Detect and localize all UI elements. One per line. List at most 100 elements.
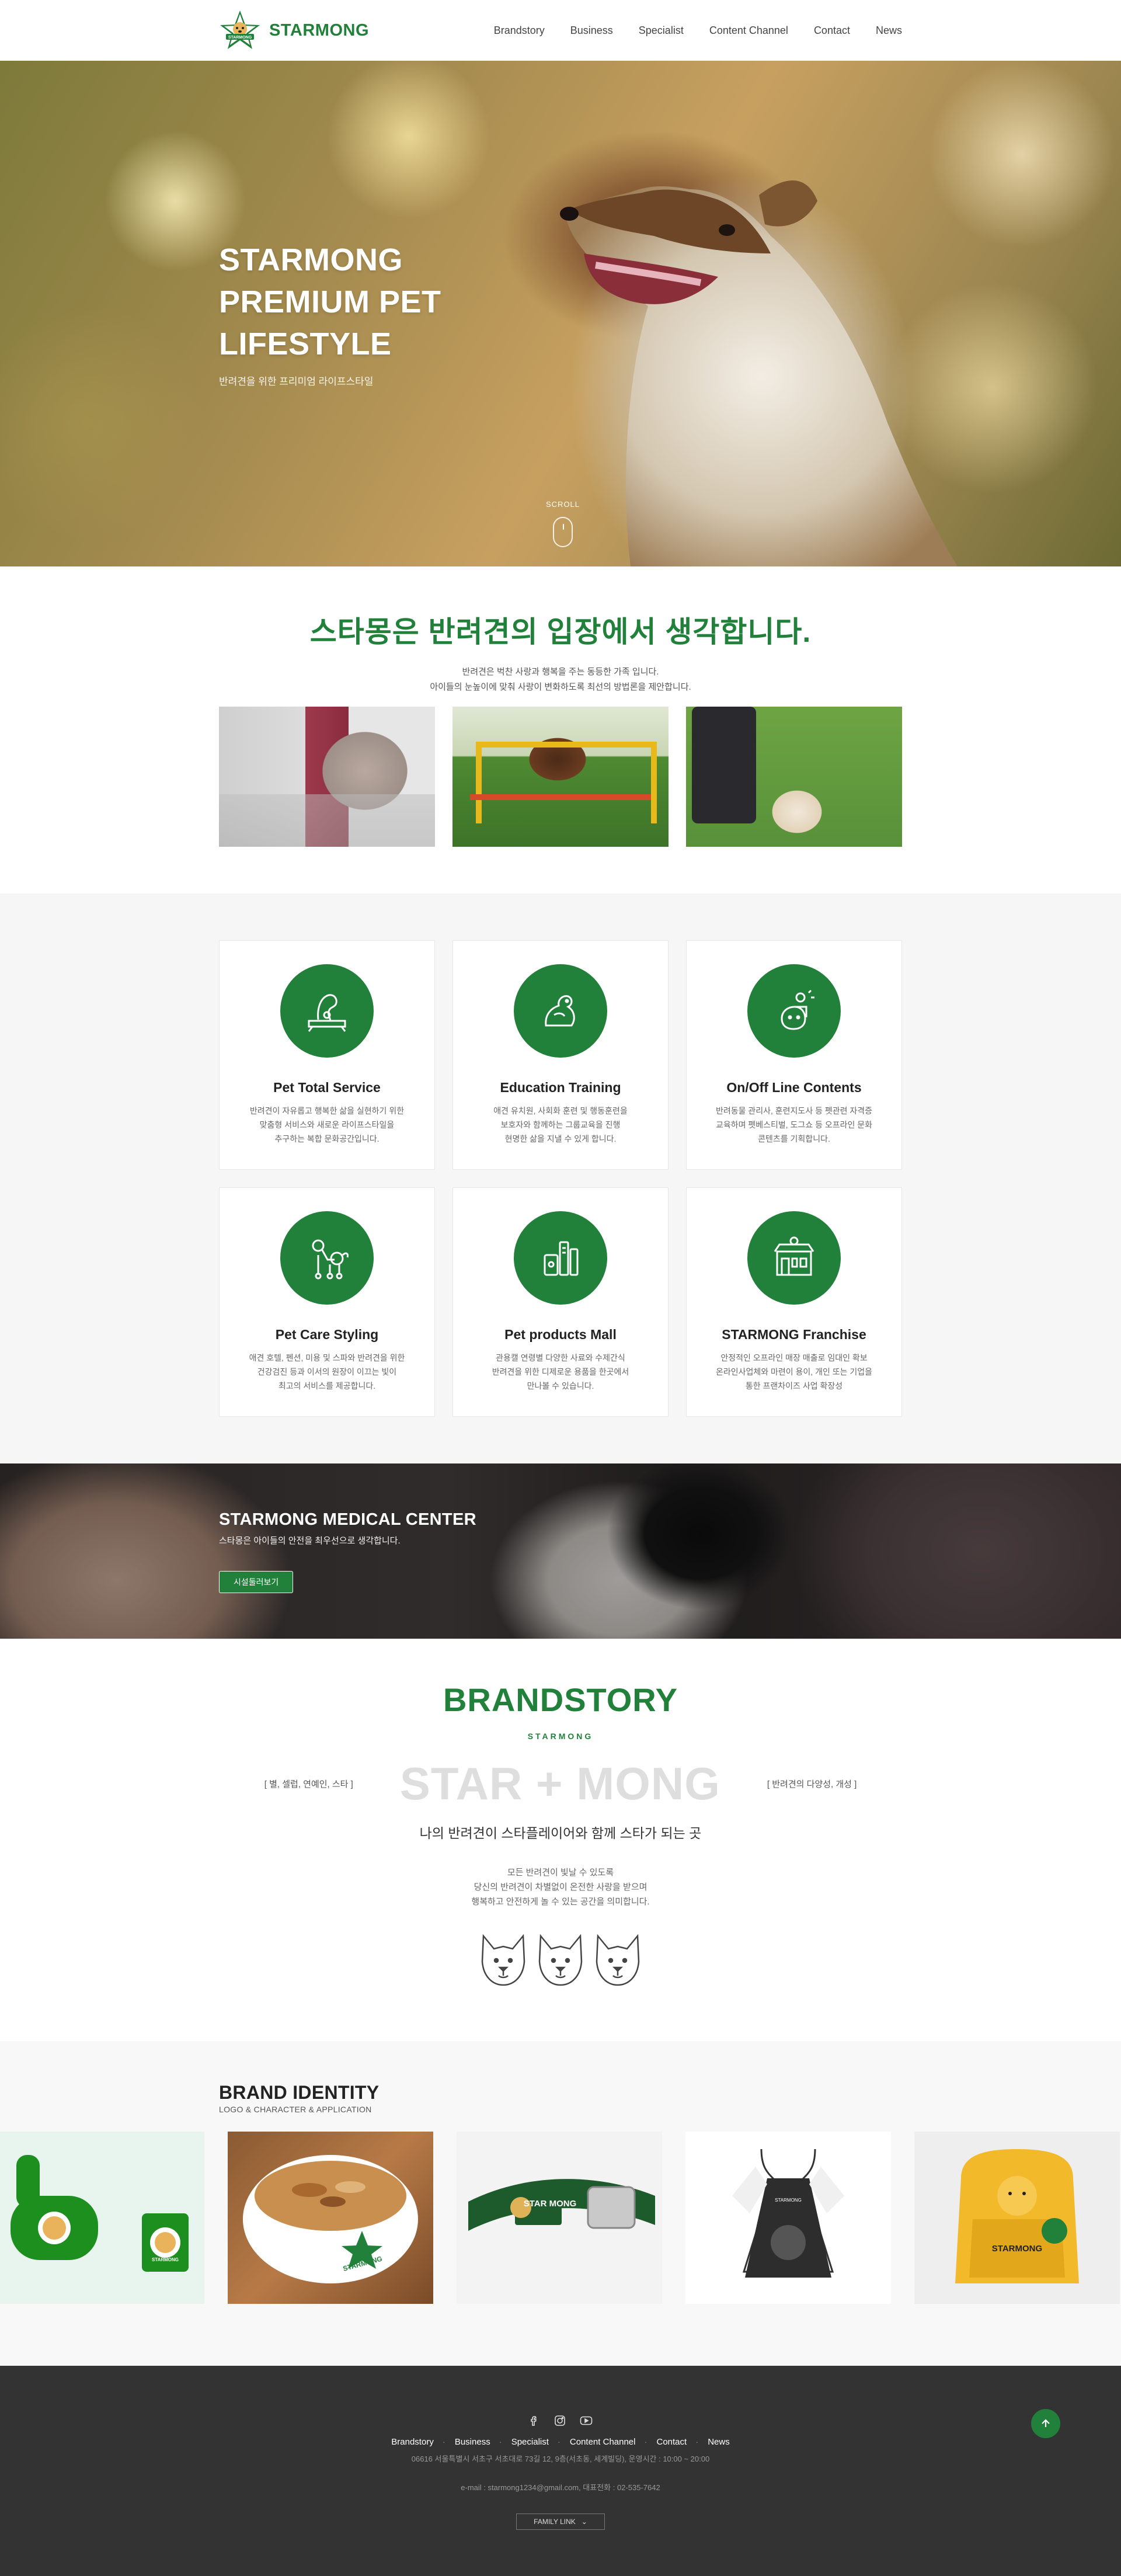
arrow-up-icon	[1042, 2419, 1050, 2427]
starmong-logo-icon: STARMONG	[220, 11, 260, 49]
dog-content-icon	[747, 964, 841, 1058]
shiba-character-icon	[481, 1934, 525, 1986]
services-section: Pet Total Service 반려견이 자유롭고 행복한 삶을 실현하기 …	[0, 894, 1121, 1463]
nav-content-channel[interactable]: Content Channel	[709, 25, 788, 37]
main-nav: Brandstory Business Specialist Content C…	[494, 25, 902, 37]
intro-photo-walk	[686, 707, 902, 847]
brandstory-section: BRANDSTORY STARMONG [ 별, 셀럽, 연예인, 스타 ] S…	[0, 1639, 1121, 2041]
site-footer: Brandstory Business Specialist Content C…	[0, 2366, 1121, 2576]
nav-news[interactable]: News	[876, 25, 902, 37]
social-links	[0, 2415, 1121, 2426]
scroll-to-top-button[interactable]	[1031, 2409, 1060, 2438]
shiba-character-icon	[538, 1934, 583, 1986]
footer-nav: Brandstory Business Specialist Content C…	[0, 2437, 1121, 2447]
hero-banner: STARMONG PREMIUM PET LIFESTYLE 반려견을 위한 프…	[0, 61, 1121, 566]
brandstory-tagline: 나의 반려견이 스타플레이어와 함께 스타가 되는 곳	[419, 1826, 702, 1841]
dog-collar-slide[interactable]: STAR MONG	[457, 2132, 662, 2304]
intro-text: 반려견은 벅찬 사랑과 행복을 주는 동등한 가족 입니다. 아이들의 눈높이에…	[430, 667, 691, 692]
service-title: STARMONG Franchise	[722, 1327, 866, 1342]
svg-text:STARMONG: STARMONG	[228, 36, 252, 40]
svg-text:STARMONG: STARMONG	[152, 2257, 179, 2262]
hero-subtitle: 반려견을 위한 프리미엄 라이프스타일	[219, 376, 374, 387]
footer-nav-contact[interactable]: Contact	[645, 2437, 687, 2447]
hero-dog-image	[560, 180, 958, 566]
footer-address: 06616 서울특별시 서초구 서초대로 73길 12, 9층(서초동, 세계빌…	[411, 2455, 710, 2463]
dog-collar-image: STAR MONG	[468, 2179, 655, 2231]
facility-tour-button[interactable]: 시설둘러보기	[219, 1571, 294, 1593]
service-card[interactable]: Education Training 애견 유치원, 사회화 훈련 및 행동훈련…	[452, 940, 669, 1170]
service-title: Pet products Mall	[504, 1327, 617, 1342]
hero-title: STARMONG PREMIUM PET LIFESTYLE	[219, 242, 441, 361]
brandstory-subtitle: STARMONG	[527, 1732, 594, 1741]
nav-business[interactable]: Business	[570, 25, 613, 37]
svg-text:STAR MONG: STAR MONG	[524, 2199, 577, 2209]
service-desc: 안정적인 오프라인 매장 매출로 임대인 확보 온라인사업체와 마련이 용이, …	[715, 1353, 873, 1390]
svg-text:STARMONG: STARMONG	[992, 2244, 1042, 2254]
chevron-down-icon: ⌄	[581, 2518, 587, 2526]
footer-nav-specialist[interactable]: Specialist	[499, 2437, 549, 2447]
logo[interactable]: STARMONG STARMONG	[219, 9, 369, 51]
brandstory-desc: 모든 반려견이 빛날 수 있도록 당신의 반려견이 차별없이 온전한 사랑을 받…	[471, 1868, 650, 1907]
identity-subtitle: LOGO & CHARACTER & APPLICATION	[219, 2105, 372, 2114]
footer-nav-brandstory[interactable]: Brandstory	[391, 2437, 434, 2447]
service-desc: 관용캘 연령별 다양한 사료와 수제간식 반려견을 위한 디제로운 용품을 한곳…	[492, 1353, 629, 1390]
apron-image: STARMONG	[732, 2149, 844, 2278]
service-desc: 애견 호텔, 펜션, 미용 및 스파와 반려견을 위한 건강검진 등과 이서의 …	[249, 1353, 405, 1390]
backpack-image: STARMONG	[955, 2149, 1079, 2283]
intro-photo-agility	[452, 707, 669, 847]
medical-title: STARMONG MEDICAL CENTER	[219, 1510, 476, 1529]
backpack-slide[interactable]: STARMONG	[914, 2132, 1120, 2304]
identity-title: BRAND IDENTITY	[219, 2082, 380, 2103]
service-card[interactable]: Pet products Mall 관용캘 연령별 다양한 사료와 수제간식 반…	[452, 1187, 669, 1417]
svg-text:STARMONG: STARMONG	[775, 2198, 802, 2203]
mong-meaning: [ 반려견의 다양성, 개성 ]	[767, 1779, 857, 1789]
footer-nav-business[interactable]: Business	[443, 2437, 490, 2447]
footer-nav-content-channel[interactable]: Content Channel	[558, 2437, 636, 2447]
family-link-select[interactable]: FAMILY LINK ⌄	[516, 2514, 605, 2530]
scroll-label: SCROLL	[546, 500, 580, 509]
instagram-icon[interactable]	[554, 2415, 566, 2426]
dog-training-icon	[514, 964, 607, 1058]
medical-subtitle: 스타몽은 아이들의 안전을 최우선으로 생각합니다.	[219, 1536, 401, 1546]
service-title: Pet Total Service	[273, 1080, 381, 1095]
service-card[interactable]: Pet Total Service 반려견이 자유롭고 행복한 삶을 실현하기 …	[219, 940, 435, 1170]
medical-banner: STARMONG MEDICAL CENTER 스타몽은 아이들의 안전을 최우…	[0, 1463, 1121, 1639]
dog-certificate-icon	[280, 964, 374, 1058]
pet-products-icon	[514, 1211, 607, 1305]
service-card[interactable]: STARMONG Franchise 안정적인 오프라인 매장 매출로 임대인 …	[686, 1187, 902, 1417]
service-card[interactable]: On/Off Line Contents 반려동물 관리사, 훈련지도사 등 펫…	[686, 940, 902, 1170]
brandstory-title: BRANDSTORY	[443, 1681, 678, 1718]
brandstory-formula: [ 별, 셀럽, 연예인, 스타 ] STAR + MONG [ 반려견의 다양…	[219, 1757, 902, 1810]
facebook-icon[interactable]	[528, 2415, 540, 2426]
identity-slider[interactable]: STARMONG STARMONG STAR MONG STARMONG STA…	[0, 2132, 1121, 2304]
intro-photos	[219, 707, 902, 847]
intro-photo-grooming	[219, 707, 435, 847]
poop-bag-holder-image: STARMONG	[11, 2155, 189, 2272]
intro-section: 스타몽은 반려견의 입장에서 생각합니다. 반려견은 벅찬 사랑과 행복을 주는…	[0, 566, 1121, 894]
hero-text: STARMONG PREMIUM PET LIFESTYLE 반려견을 위한 프…	[219, 239, 441, 388]
poop-bag-holder-slide[interactable]: STARMONG	[0, 2132, 204, 2304]
logo-text: STARMONG	[269, 20, 370, 40]
service-desc: 애견 유치원, 사회화 훈련 및 행동훈련을 보호자와 함께하는 그룹교육을 진…	[493, 1106, 628, 1143]
nav-brandstory[interactable]: Brandstory	[494, 25, 545, 37]
youtube-icon[interactable]	[580, 2415, 593, 2426]
service-title: On/Off Line Contents	[726, 1080, 862, 1095]
apron-slide[interactable]: STARMONG	[685, 2132, 891, 2304]
nav-specialist[interactable]: Specialist	[639, 25, 684, 37]
service-desc: 반려동물 관리사, 훈련지도사 등 펫관련 자격증 교육하며 펫베스티벌, 도그…	[715, 1106, 873, 1143]
service-desc: 반려견이 자유롭고 행복한 삶을 실현하기 위한 맞춤형 서비스와 새로운 라이…	[249, 1106, 405, 1143]
star-mong-text: STAR + MONG	[399, 1758, 720, 1809]
brand-identity-section: BRAND IDENTITY LOGO & CHARACTER & APPLIC…	[0, 2041, 1121, 2366]
franchise-store-icon	[747, 1211, 841, 1305]
mouse-icon	[553, 517, 573, 547]
shiba-character-icon	[596, 1934, 640, 1986]
star-meaning: [ 별, 셀럽, 연예인, 스타 ]	[264, 1779, 353, 1789]
footer-nav-news[interactable]: News	[695, 2437, 729, 2447]
service-title: Pet Care Styling	[275, 1327, 379, 1342]
site-header: STARMONG STARMONG Brandstory Business Sp…	[0, 0, 1121, 61]
poodle-icon	[280, 1211, 374, 1305]
dog-food-bowl-slide[interactable]: STARMONG	[228, 2132, 433, 2304]
scroll-indicator[interactable]: SCROLL	[546, 500, 580, 547]
service-card[interactable]: Pet Care Styling 애견 호텔, 펜션, 미용 및 스파와 반려견…	[219, 1187, 435, 1417]
nav-contact[interactable]: Contact	[814, 25, 850, 37]
